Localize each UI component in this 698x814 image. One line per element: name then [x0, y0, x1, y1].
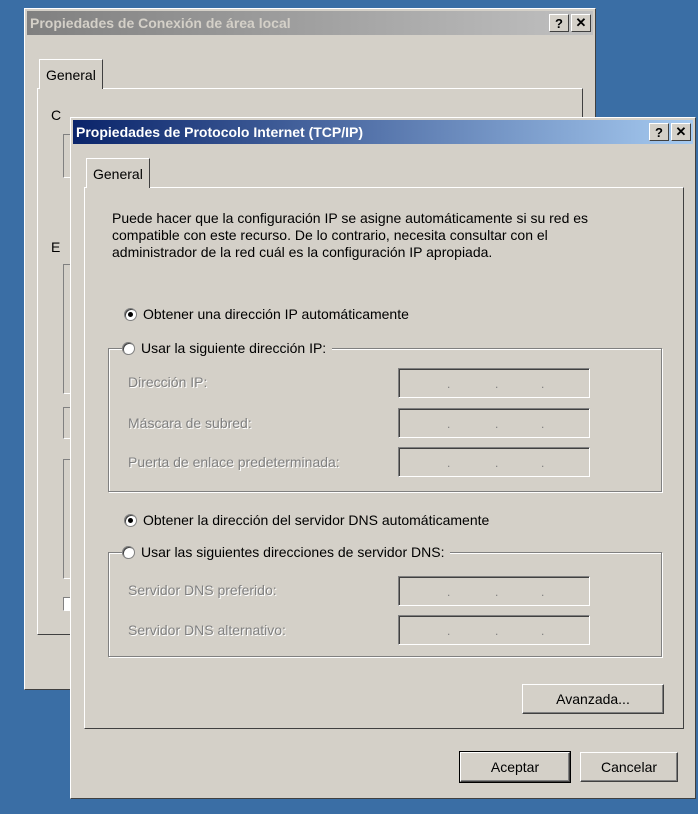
dns-manual-label: Usar las siguientes direcciones de servi…: [141, 544, 445, 560]
dns-alternate-label: Servidor DNS alternativo:: [128, 622, 286, 638]
ip-dot: .: [495, 456, 499, 470]
subnet-label: Máscara de subred:: [128, 415, 252, 431]
dns-auto-radio-dot[interactable]: [124, 513, 137, 527]
back-tab-general-label: General: [46, 66, 96, 83]
ip-auto-radio[interactable]: Obtener una dirección IP automáticamente: [124, 306, 415, 322]
ip-dot: .: [541, 417, 545, 431]
ip-address-field[interactable]: . . .: [398, 368, 590, 398]
ip-manual-label: Usar la siguiente dirección IP:: [141, 340, 327, 356]
back-tab-general[interactable]: General: [39, 59, 103, 89]
ip-dot: .: [447, 456, 451, 470]
back-fragment-c: C: [51, 107, 62, 123]
back-fragment-e: E: [51, 239, 61, 255]
ip-dot: .: [447, 377, 451, 391]
ip-auto-radio-dot[interactable]: [124, 307, 137, 321]
back-window-title: Propiedades de Conexión de área local: [30, 15, 291, 31]
ip-dot: .: [495, 624, 499, 638]
description-text: Puede hacer que la configuración IP se a…: [112, 210, 589, 260]
ok-button[interactable]: Aceptar: [459, 751, 571, 783]
ip-dot: .: [447, 624, 451, 638]
ip-dot: .: [541, 585, 545, 599]
dns-auto-label: Obtener la dirección del servidor DNS au…: [143, 512, 490, 528]
dns-alternate-field[interactable]: . . .: [398, 615, 590, 645]
advanced-button[interactable]: Avanzada...: [522, 684, 664, 714]
ip-dot: .: [541, 456, 545, 470]
ip-dot: .: [447, 585, 451, 599]
ip-dot: .: [447, 417, 451, 431]
gateway-label: Puerta de enlace predeterminada:: [128, 454, 340, 470]
help-button[interactable]: ?: [649, 123, 669, 141]
ip-manual-radio[interactable]: Usar la siguiente dirección IP:: [122, 340, 333, 356]
ip-address-label: Dirección IP:: [128, 374, 208, 390]
back-help-button[interactable]: ?: [549, 14, 569, 32]
cancel-button[interactable]: Cancelar: [580, 752, 678, 782]
tab-general[interactable]: General: [86, 158, 150, 188]
close-button[interactable]: ✕: [671, 123, 691, 141]
ip-dot: .: [495, 377, 499, 391]
ip-dot: .: [541, 624, 545, 638]
dns-auto-radio[interactable]: Obtener la dirección del servidor DNS au…: [124, 512, 496, 528]
ip-manual-radio-dot[interactable]: [122, 341, 135, 355]
ip-dot: .: [541, 377, 545, 391]
back-close-button[interactable]: ✕: [571, 14, 591, 32]
dns-manual-radio-dot[interactable]: [122, 545, 135, 559]
tcpip-title: Propiedades de Protocolo Internet (TCP/I…: [76, 124, 364, 140]
tab-general-label: General: [93, 165, 143, 182]
gateway-field[interactable]: . . .: [398, 447, 590, 477]
subnet-field[interactable]: . . .: [398, 408, 590, 438]
dns-preferred-label: Servidor DNS preferido:: [128, 582, 277, 598]
ip-auto-label: Obtener una dirección IP automáticamente: [143, 306, 409, 322]
tcpip-titlebar[interactable]: Propiedades de Protocolo Internet (TCP/I…: [73, 120, 693, 144]
dns-manual-radio[interactable]: Usar las siguientes direcciones de servi…: [122, 544, 451, 560]
back-window-titlebar[interactable]: Propiedades de Conexión de área local ? …: [27, 11, 593, 35]
ip-dot: .: [495, 585, 499, 599]
dns-preferred-field[interactable]: . . .: [398, 576, 590, 606]
ip-dot: .: [495, 417, 499, 431]
